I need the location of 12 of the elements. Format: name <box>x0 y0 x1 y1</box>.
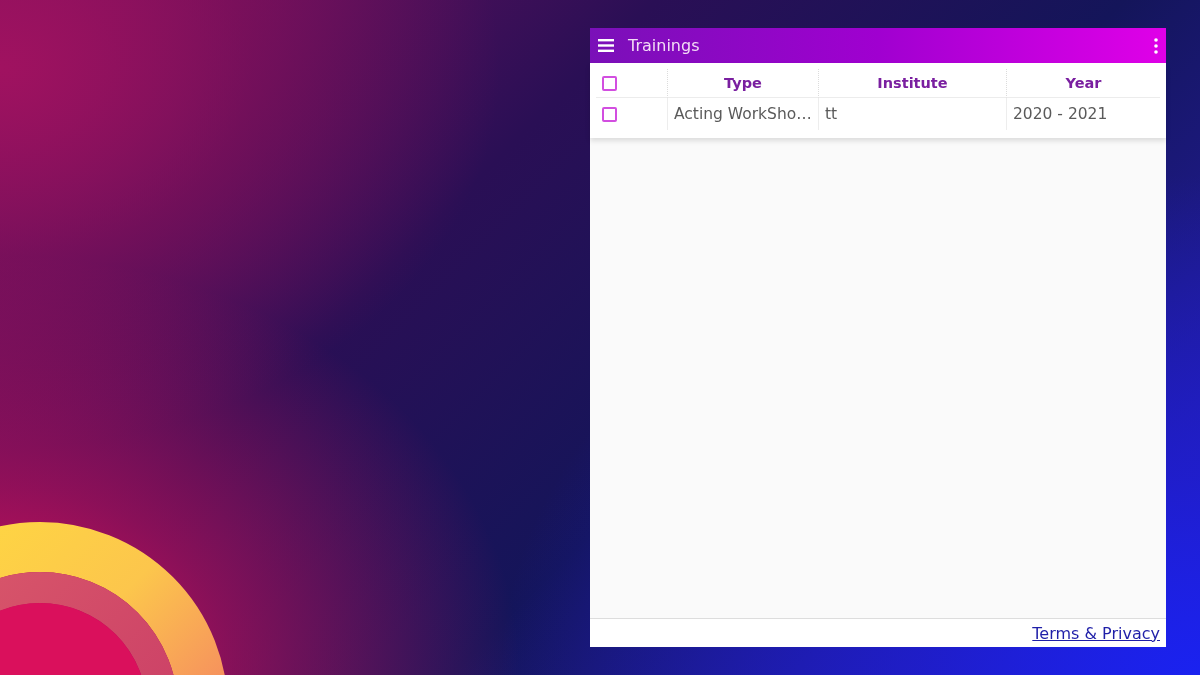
window-title: Trainings <box>628 36 701 55</box>
table-cell: 2020 - 2021 <box>1006 98 1160 130</box>
terms-link[interactable]: Terms & Privacy <box>1032 623 1160 643</box>
column-header[interactable]: Year <box>1006 69 1160 98</box>
menu-icon[interactable] <box>598 39 614 52</box>
checkbox[interactable] <box>602 106 617 122</box>
checkbox[interactable] <box>602 75 617 91</box>
column-header[interactable]: Institute <box>818 69 1006 98</box>
table-cell: tt <box>818 98 1006 130</box>
table-cell: Acting WorkSho… <box>667 98 818 130</box>
column-header[interactable]: Type <box>667 69 818 98</box>
more-options-icon[interactable] <box>1154 37 1158 54</box>
